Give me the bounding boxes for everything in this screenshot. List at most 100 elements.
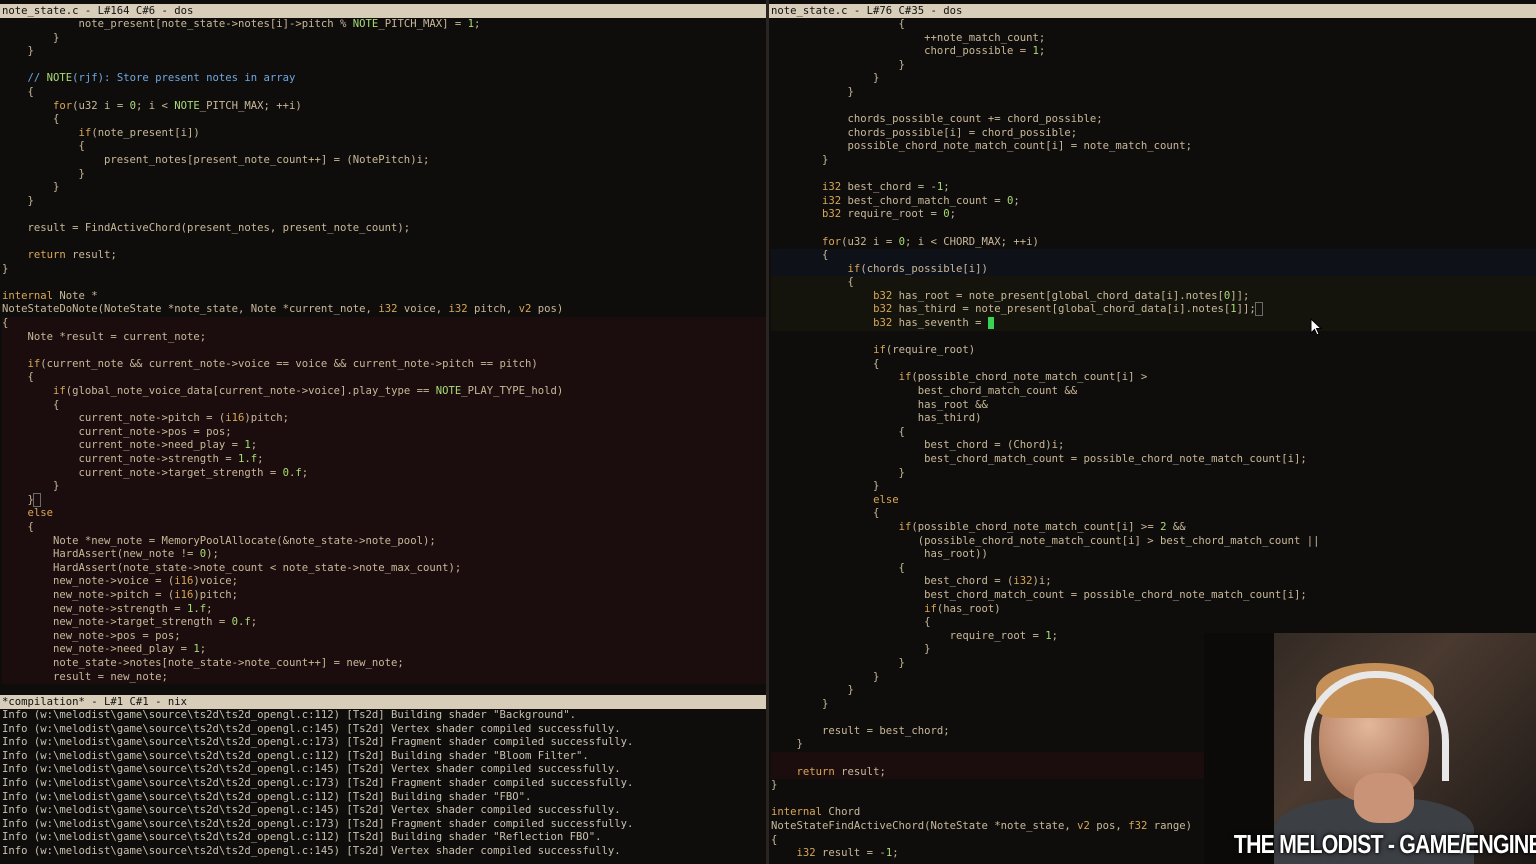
left_editor-token: NOTE bbox=[435, 385, 462, 398]
left_editor-token: } bbox=[2, 181, 60, 194]
right_editor-line: b32 require_root = 0; bbox=[771, 208, 1536, 222]
right_editor-line: { bbox=[771, 358, 1536, 372]
left_editor-token: if bbox=[27, 357, 41, 370]
right_editor-token: result; bbox=[834, 765, 886, 778]
right_editor-token bbox=[771, 521, 899, 533]
left_editor-line: } bbox=[2, 32, 766, 46]
right_editor-token: require_root = bbox=[841, 208, 944, 221]
left-editor-pane[interactable]: note_state.c - L#164 C#6 - dos note_pres… bbox=[0, 4, 766, 692]
left_editor-line: current_note->pitch = (i16)pitch; bbox=[2, 412, 766, 426]
compilation-output[interactable]: Info (w:\melodist\game\source\ts2d\ts2d_… bbox=[0, 709, 766, 864]
right_editor-token bbox=[771, 494, 873, 506]
stream-title-caption: THE MELODIST - GAME/ENGINE FROM SCRATCH bbox=[1233, 829, 1536, 859]
left_editor-token: result; bbox=[65, 249, 117, 262]
right_editor-token: (u32 i = bbox=[841, 235, 899, 248]
left_editor-line: result = FindActiveChord(present_notes, … bbox=[2, 222, 766, 236]
right_editor-token: pos, bbox=[1089, 820, 1129, 833]
right_editor-token: } bbox=[771, 684, 854, 697]
right_editor-line: if(has_root) bbox=[771, 603, 1536, 617]
right_editor-token: best_chord_match_count = possible_chord_… bbox=[771, 453, 1307, 465]
right_editor-token: internal bbox=[771, 806, 823, 819]
left_editor-line: if(current_note && current_note->voice =… bbox=[2, 357, 766, 372]
left_editor-token: note_present[note_state->notes[i]->pitch… bbox=[2, 18, 353, 30]
right_editor-token: } bbox=[771, 480, 880, 493]
compilation-log-line: Info (w:\melodist\game\source\ts2d\ts2d_… bbox=[2, 844, 621, 857]
right_editor-token: { bbox=[771, 616, 931, 629]
right_editor-line bbox=[771, 168, 1536, 182]
compilation-log-line: Info (w:\melodist\game\source\ts2d\ts2d_… bbox=[2, 804, 621, 817]
left_editor-line: result = new_note; bbox=[2, 670, 766, 685]
right_editor-token: if bbox=[847, 262, 861, 275]
left_editor-token: Note * bbox=[53, 289, 98, 302]
left_editor-token: for bbox=[53, 99, 73, 112]
right_editor-line: has_root)) bbox=[771, 548, 1536, 562]
right_editor-line: if(possible_chord_note_match_count[i] >=… bbox=[771, 521, 1536, 535]
right_editor-token: else bbox=[873, 493, 899, 506]
compilation-pane[interactable]: *compilation* - L#1 C#1 - nix Info (w:\m… bbox=[0, 695, 766, 864]
right_editor-token: && bbox=[1166, 520, 1186, 533]
left_editor-token: 0.f bbox=[231, 616, 251, 629]
right_editor-token bbox=[771, 208, 822, 220]
right_editor-token: chord_possible = bbox=[771, 45, 1033, 58]
right_editor-line: if(require_root) bbox=[771, 344, 1536, 358]
left_editor-token: { bbox=[2, 520, 34, 533]
left_editor-line: new_note->voice = (i16)voice; bbox=[2, 575, 766, 589]
left_editor-token: } bbox=[2, 167, 85, 180]
left_editor-token: NOTE bbox=[46, 72, 73, 85]
left_editor-token: current_note->target_strength = bbox=[2, 466, 283, 479]
right_editor-token: ; bbox=[943, 181, 950, 194]
right_editor-token: has_third) bbox=[771, 412, 982, 425]
right_editor-token bbox=[1254, 302, 1264, 317]
left_editor-token: } bbox=[2, 493, 34, 506]
left_editor-token: )pitch; bbox=[193, 588, 239, 601]
left_editor-token: result = FindActiveChord(present_notes, … bbox=[2, 221, 411, 234]
right_editor-line: if(possible_chord_note_match_count[i] > bbox=[771, 371, 1536, 385]
left-editor-code[interactable]: note_present[note_state->notes[i]->pitch… bbox=[0, 18, 766, 692]
left_editor-line: } bbox=[2, 45, 766, 59]
right_editor-line: best_chord = (Chord)i; bbox=[771, 439, 1536, 453]
left_editor-token: // bbox=[2, 72, 47, 85]
left_editor-line: present_notes[present_note_count++] = (N… bbox=[2, 154, 766, 168]
compilation-log-line: Info (w:\melodist\game\source\ts2d\ts2d_… bbox=[2, 817, 634, 830]
left_editor-token: Note *new_note = MemoryPoolAllocate(&not… bbox=[2, 534, 436, 547]
right_editor-token: ; bbox=[949, 208, 957, 221]
right_editor-line: { bbox=[771, 276, 1536, 290]
left_editor-token: (rjf): Store present notes in array bbox=[72, 72, 296, 85]
right_editor-line: { bbox=[771, 562, 1536, 576]
right_editor-line bbox=[771, 331, 1536, 345]
left_editor-token: i32 bbox=[378, 303, 398, 316]
right_editor-line: } bbox=[771, 154, 1536, 168]
right_editor-line: } bbox=[771, 480, 1536, 494]
right_editor-token: best_chord_match_count = bbox=[841, 194, 1007, 207]
right_editor-token: { bbox=[771, 357, 880, 370]
left_editor-token: ; bbox=[250, 616, 258, 629]
left_editor-token: if bbox=[78, 126, 92, 139]
right_editor-token: } bbox=[771, 153, 829, 166]
webcam-person-hand bbox=[1354, 773, 1414, 823]
left_editor-line bbox=[2, 236, 766, 250]
left_editor-token: note_state->notes[note_state->note_count… bbox=[2, 656, 404, 669]
left_editor-line bbox=[2, 344, 766, 358]
left_editor-line: new_note->pitch = (i16)pitch; bbox=[2, 588, 766, 603]
left_editor-token: } bbox=[2, 262, 9, 275]
right_editor-line: (possible_chord_note_match_count[i] > be… bbox=[771, 535, 1536, 549]
right_editor-token: (has_root) bbox=[936, 602, 1001, 615]
left_editor-line: { bbox=[2, 371, 766, 386]
left_editor-line: Note *new_note = MemoryPoolAllocate(&not… bbox=[2, 534, 766, 549]
left_editor-token bbox=[32, 492, 42, 507]
left_editor-token: NoteStateDoNote(NoteState *note_state, N… bbox=[2, 303, 379, 316]
left_editor-token: new_note->need_play = bbox=[2, 643, 194, 656]
left_editor-token: 0.f bbox=[282, 466, 302, 479]
right-editor-modeline: note_state.c - L#76 C#35 - dos bbox=[769, 4, 1536, 18]
right_editor-token: { bbox=[771, 425, 905, 438]
left_editor-token: Note *result = current_note; bbox=[2, 330, 207, 343]
left_editor-token: { bbox=[2, 371, 34, 384]
right_editor-token: } bbox=[771, 779, 778, 792]
right_editor-token: { bbox=[771, 507, 880, 520]
left_editor-token: pos) bbox=[531, 303, 564, 316]
left_editor-line: } bbox=[2, 480, 766, 494]
left_editor-token: current_note->need_play = bbox=[2, 439, 245, 452]
left_editor-token: 1.f bbox=[238, 453, 258, 465]
left_editor-token: } bbox=[2, 31, 60, 44]
left_editor-token: )voice; bbox=[193, 575, 239, 588]
